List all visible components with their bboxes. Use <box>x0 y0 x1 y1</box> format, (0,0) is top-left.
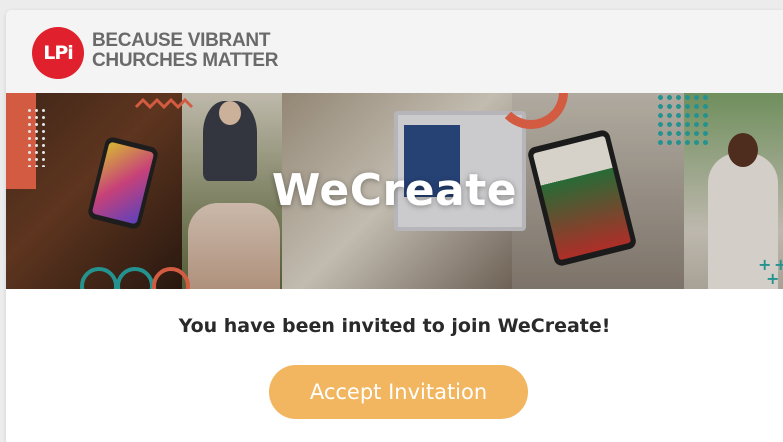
tagline-line-2: Churches Matter <box>92 50 279 71</box>
invitation-message: You have been invited to join WeCreate! <box>178 315 611 337</box>
header: LPi Because Vibrant Churches Matter <box>6 10 783 93</box>
tagline: Because Vibrant Churches Matter <box>92 30 279 71</box>
logo-text: LPi <box>43 42 74 64</box>
email-card: LPi Because Vibrant Churches Matter + + <box>6 10 783 442</box>
tagline-line-1: Because Vibrant <box>92 30 271 51</box>
lpi-logo: LPi <box>32 27 84 79</box>
hero-banner: + + + WeCreate <box>6 93 783 289</box>
accept-invitation-button[interactable]: Accept Invitation <box>269 365 528 419</box>
banner-title: WeCreate <box>271 165 518 216</box>
